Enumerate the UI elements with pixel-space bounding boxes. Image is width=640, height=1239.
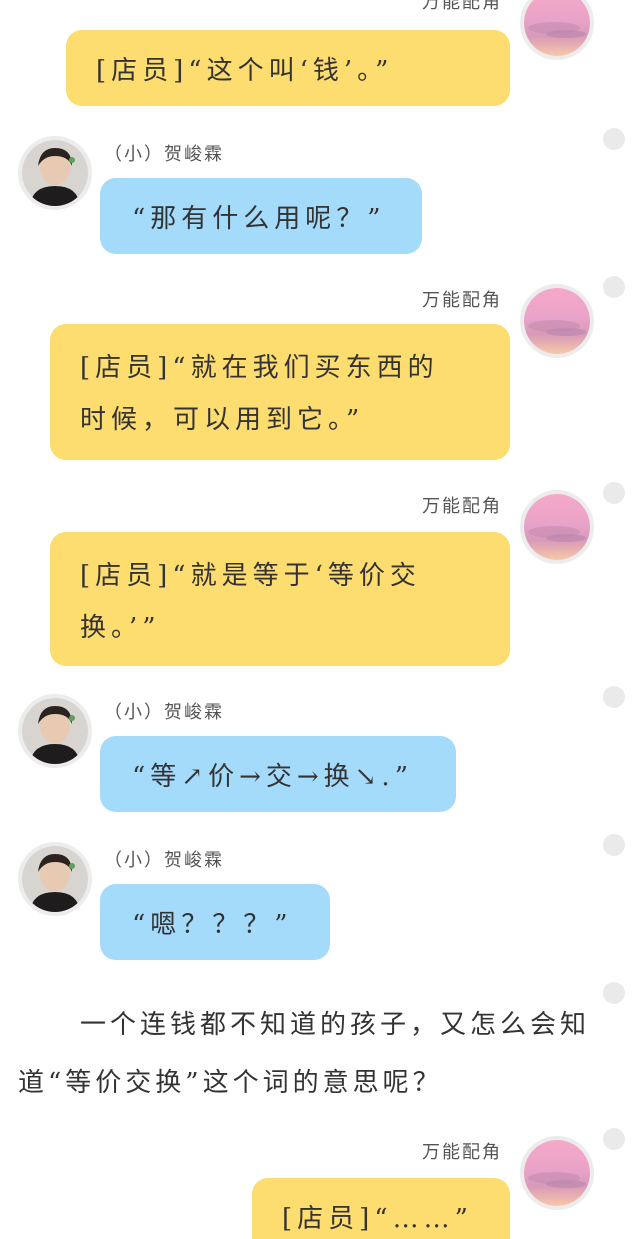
- boy-avatar[interactable]: [18, 842, 92, 916]
- chat-bubble: [店员]“……”: [252, 1178, 510, 1239]
- gray-dot-icon: [603, 686, 625, 708]
- boy-avatar[interactable]: [18, 694, 92, 768]
- narration-text: 一个连钱都不知道的孩子，又怎么会知 道“等价交换”这个词的意思呢？: [18, 996, 618, 1112]
- chat-bubble: [店员]“这个叫‘钱’。”: [66, 30, 510, 106]
- pink-sunset-icon: [524, 494, 590, 560]
- bubble-text: [店员]“就在我们买东西的: [80, 353, 439, 383]
- chat-bubble: “等↗价→交→换↘.”: [100, 736, 456, 812]
- chat-bubble: “那有什么用呢？”: [100, 178, 422, 254]
- speaker-name: 万能配角: [422, 1142, 502, 1163]
- pink-sunset-icon: [524, 0, 590, 56]
- speaker-name: （小）贺峻霖: [104, 850, 224, 871]
- bubble-text: [店员]“就是等于‘等价交: [80, 561, 421, 591]
- chat-bubble: [店员]“就在我们买东西的 时候，可以用到它。”: [50, 324, 510, 460]
- pink-sunset-icon: [524, 1140, 590, 1206]
- chat-bubble: [店员]“就是等于‘等价交 换。’”: [50, 532, 510, 666]
- speaker-name: （小）贺峻霖: [104, 702, 224, 723]
- bubble-text: [店员]“……”: [282, 1204, 473, 1234]
- bubble-text: 换。’”: [80, 613, 161, 643]
- speaker-name: （小）贺峻霖: [104, 144, 224, 165]
- sidekick-avatar[interactable]: [520, 490, 594, 564]
- gray-dot-icon: [603, 1128, 625, 1150]
- boy-portrait-icon: [22, 140, 88, 206]
- bubble-text: “那有什么用呢？”: [132, 204, 386, 234]
- bubble-text: [店员]“这个叫‘钱’。”: [96, 56, 394, 86]
- chat-bubble: “嗯？？？”: [100, 884, 330, 960]
- gray-dot-icon: [603, 276, 625, 298]
- sidekick-avatar[interactable]: [520, 0, 594, 60]
- narration-line: 道“等价交换”这个词的意思呢？: [18, 1068, 443, 1098]
- gray-dot-icon: [603, 834, 625, 856]
- bubble-text: 时候，可以用到它。”: [80, 405, 365, 435]
- bubble-text: “等↗价→交→换↘.”: [132, 762, 413, 792]
- boy-portrait-icon: [22, 846, 88, 912]
- sidekick-avatar[interactable]: [520, 284, 594, 358]
- speaker-name: 万能配角: [422, 0, 502, 13]
- pink-sunset-icon: [524, 288, 590, 354]
- sidekick-avatar[interactable]: [520, 1136, 594, 1210]
- gray-dot-icon: [603, 128, 625, 150]
- gray-dot-icon: [603, 482, 625, 504]
- bubble-text: “嗯？？？”: [132, 910, 293, 940]
- boy-portrait-icon: [22, 698, 88, 764]
- speaker-name: 万能配角: [422, 290, 502, 311]
- speaker-name: 万能配角: [422, 496, 502, 517]
- boy-avatar[interactable]: [18, 136, 92, 210]
- narration-line: 一个连钱都不知道的孩子，又怎么会知: [80, 1010, 591, 1040]
